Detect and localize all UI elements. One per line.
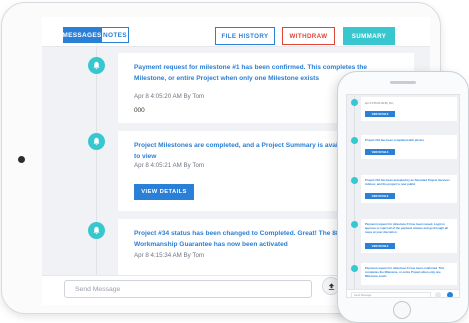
message-meta: Apr 8 4:15:34 AM By Tom: [134, 252, 205, 259]
phone-speaker: [390, 81, 416, 84]
message-text: Payment request for milestone #1 has bee…: [365, 266, 445, 278]
message-text: Payment request for milestone #1 has bee…: [365, 222, 448, 234]
bell-icon: [88, 57, 105, 74]
tab-messages[interactable]: MESSAGES: [62, 27, 101, 43]
message-card: Payment request for milestone #1 has bee…: [361, 263, 457, 285]
tab-notes[interactable]: NOTES: [101, 27, 129, 43]
phone-home-button: [393, 301, 411, 319]
message-meta: Apr 8 4:05:20 AM By Tom: [365, 102, 394, 105]
message-card: Project #34 has been completed with phot…: [361, 135, 457, 159]
tablet-camera: [18, 156, 25, 163]
send-message-input[interactable]: Send Message: [351, 292, 431, 297]
timeline-line: [96, 47, 97, 275]
bell-icon: [351, 221, 358, 228]
phone-screen: Apr 8 4:05:20 AM By Tom VIEW DETAILS Pro…: [346, 94, 460, 298]
message-card: Apr 8 4:05:20 AM By Tom VIEW DETAILS: [361, 97, 457, 121]
timeline-line: [354, 95, 355, 289]
message-text: Project #34 has been accepted by an Allo…: [365, 178, 450, 186]
view-details-button[interactable]: VIEW DETAILS: [365, 111, 395, 117]
withdraw-button[interactable]: WITHDRAW: [282, 27, 335, 45]
view-details-button[interactable]: VIEW DETAILS: [365, 243, 395, 249]
file-history-button[interactable]: FILE HISTORY: [215, 27, 275, 45]
summary-button[interactable]: SUMMARY: [343, 27, 395, 45]
bell-icon: [88, 222, 105, 239]
message-card: Project #34 has been accepted by an Allo…: [361, 175, 457, 203]
message-card: Payment request for milestone #1 has bee…: [361, 219, 457, 253]
bell-icon: [88, 133, 105, 150]
send-icon[interactable]: [447, 292, 453, 297]
view-details-button[interactable]: VIEW DETAILS: [365, 149, 395, 155]
bell-icon: [351, 137, 358, 144]
view-details-button[interactable]: VIEW DETAILS: [365, 193, 395, 199]
bell-icon: [351, 265, 358, 272]
message-meta: Apr 8 4:05:20 AM By Tom: [134, 93, 205, 100]
send-message-input[interactable]: [64, 280, 312, 298]
message-composer: Send Message: [347, 289, 459, 297]
message-meta: Apr 8 4:05:21 AM By Tom: [134, 162, 205, 169]
phone-device: Apr 8 4:05:20 AM By Tom VIEW DETAILS Pro…: [337, 71, 469, 323]
top-toolbar: MESSAGES NOTES FILE HISTORY WITHDRAW SUM…: [42, 17, 430, 47]
message-body: 000: [134, 107, 145, 114]
bell-icon: [351, 99, 358, 106]
view-details-button[interactable]: VIEW DETAILS: [134, 184, 194, 200]
message-text: Project #34 has been completed with phot…: [365, 138, 425, 142]
upload-icon[interactable]: [435, 292, 441, 297]
bell-icon: [351, 177, 358, 184]
